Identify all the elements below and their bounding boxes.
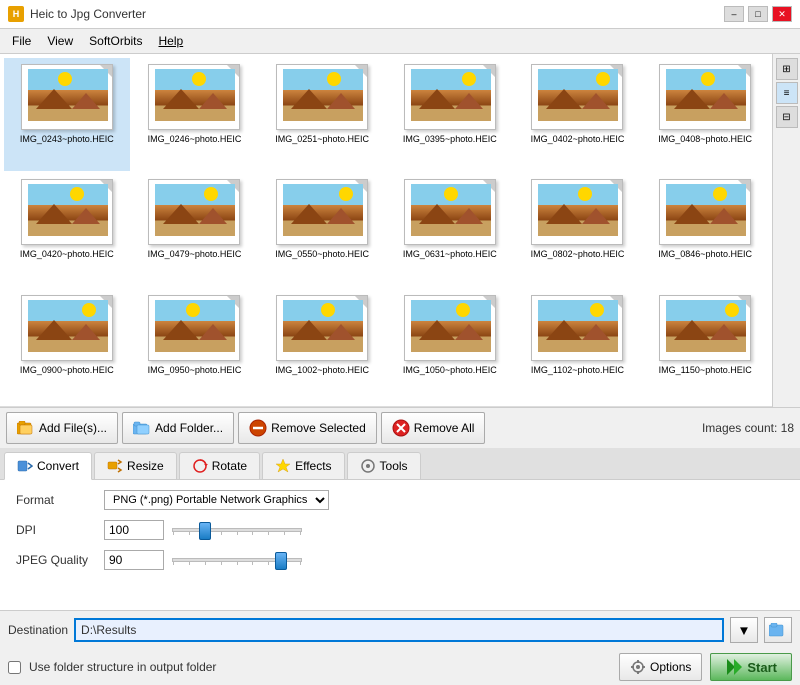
tab-resize-label: Resize [127,459,164,473]
tab-tools[interactable]: Tools [347,452,421,479]
list-item[interactable]: IMG_0402~photo.HEIC [515,58,641,171]
remove-selected-button[interactable]: Remove Selected [238,412,377,444]
rotate-icon [192,458,208,474]
resize-icon [107,458,123,474]
view-sidebar: ⊞ ≡ ⊟ [772,54,800,407]
tools-icon [360,458,376,474]
list-item[interactable]: IMG_0950~photo.HEIC [132,289,258,402]
list-item[interactable]: IMG_0251~photo.HEIC [259,58,385,171]
menu-help[interactable]: Help [151,31,192,51]
dpi-row: DPI [16,520,784,540]
remove-all-icon [392,419,410,437]
add-folder-button[interactable]: Add Folder... [122,412,234,444]
list-item[interactable]: IMG_0802~photo.HEIC [515,173,641,286]
remove-all-button[interactable]: Remove All [381,412,486,444]
remove-selected-icon [249,419,267,437]
folder-structure-checkbox[interactable] [8,661,21,674]
maximize-button[interactable]: □ [748,6,768,22]
tab-resize[interactable]: Resize [94,452,177,479]
titlebar: H Heic to Jpg Converter – □ ✕ [0,0,800,29]
add-files-icon [17,419,35,437]
titlebar-left: H Heic to Jpg Converter [8,6,146,22]
settings-panel: Format PNG (*.png) Portable Network Grap… [0,480,800,610]
list-item[interactable]: IMG_0900~photo.HEIC [4,289,130,402]
remove-all-label: Remove All [414,421,475,435]
tab-effects[interactable]: Effects [262,452,344,479]
list-item[interactable]: IMG_0631~photo.HEIC [387,173,513,286]
jpeg-slider-container [172,550,302,570]
list-item[interactable]: IMG_1150~photo.HEIC [642,289,768,402]
destination-browse-dropdown[interactable]: ▼ [730,617,758,643]
jpeg-slider-thumb[interactable] [275,552,287,570]
start-button[interactable]: Start [710,653,792,681]
dpi-slider-container [172,520,302,540]
tab-convert[interactable]: Convert [4,452,92,480]
format-label: Format [16,493,96,507]
grid-area: IMG_0243~photo.HEIC IMG_0246~photo.HEIC [0,54,800,407]
list-item[interactable]: IMG_0408~photo.HEIC [642,58,768,171]
list-item[interactable]: IMG_0243~photo.HEIC [4,58,130,171]
start-icon [725,659,743,675]
tab-effects-label: Effects [295,459,331,473]
jpeg-slider-track [172,558,302,562]
list-item[interactable]: IMG_1050~photo.HEIC [387,289,513,402]
menu-softorbits[interactable]: SoftOrbits [81,31,150,51]
tab-rotate-label: Rotate [212,459,247,473]
minimize-button[interactable]: – [724,6,744,22]
options-label: Options [650,660,691,674]
images-count: Images count: 18 [702,421,794,435]
menu-file[interactable]: File [4,31,39,51]
destination-label: Destination [8,623,68,637]
start-label: Start [747,660,777,675]
list-item[interactable]: IMG_0246~photo.HEIC [132,58,258,171]
menubar: File View SoftOrbits Help [0,29,800,54]
add-folder-label: Add Folder... [155,421,223,435]
view-details[interactable]: ⊟ [776,106,798,128]
main-content: IMG_0243~photo.HEIC IMG_0246~photo.HEIC [0,54,800,685]
dpi-slider-track [172,528,302,532]
format-select[interactable]: PNG (*.png) Portable Network Graphics [104,490,329,510]
add-files-label: Add File(s)... [39,421,107,435]
app-icon: H [8,6,24,22]
dpi-input[interactable] [104,520,164,540]
list-item[interactable]: IMG_1002~photo.HEIC [259,289,385,402]
titlebar-title: Heic to Jpg Converter [30,7,146,21]
jpeg-quality-input[interactable] [104,550,164,570]
folder-structure-label: Use folder structure in output folder [29,660,216,674]
list-item[interactable]: IMG_0479~photo.HEIC [132,173,258,286]
file-toolbar: Add File(s)... Add Folder... [0,407,800,448]
list-item[interactable]: IMG_0395~photo.HEIC [387,58,513,171]
convert-icon [17,458,33,474]
view-large-icon[interactable]: ⊞ [776,58,798,80]
list-item[interactable]: IMG_0420~photo.HEIC [4,173,130,286]
dpi-label: DPI [16,523,96,537]
close-button[interactable]: ✕ [772,6,792,22]
destination-input[interactable] [74,618,724,642]
format-row: Format PNG (*.png) Portable Network Grap… [16,490,784,510]
destination-browse-button[interactable] [764,617,792,643]
options-gear-icon [630,659,646,675]
menu-view[interactable]: View [39,31,81,51]
tab-rotate[interactable]: Rotate [179,452,260,479]
thumbnail-grid: IMG_0243~photo.HEIC IMG_0246~photo.HEIC [0,54,772,407]
footer-bar: Use folder structure in output folder Op… [0,649,800,685]
add-folder-icon [133,419,151,437]
titlebar-controls: – □ ✕ [724,6,792,22]
tab-convert-label: Convert [37,459,79,473]
effects-icon [275,458,291,474]
tab-bar: Convert Resize [0,448,800,480]
destination-bar: Destination ▼ [0,610,800,649]
options-button[interactable]: Options [619,653,702,681]
list-item[interactable]: IMG_0550~photo.HEIC [259,173,385,286]
main-area: IMG_0243~photo.HEIC IMG_0246~photo.HEIC [0,54,800,685]
add-files-button[interactable]: Add File(s)... [6,412,118,444]
view-list[interactable]: ≡ [776,82,798,104]
list-item[interactable]: IMG_0846~photo.HEIC [642,173,768,286]
remove-selected-label: Remove Selected [271,421,366,435]
jpeg-quality-row: JPEG Quality [16,550,784,570]
jpeg-quality-label: JPEG Quality [16,553,96,567]
tab-tools-label: Tools [380,459,408,473]
list-item[interactable]: IMG_1102~photo.HEIC [515,289,641,402]
dpi-slider-thumb[interactable] [199,522,211,540]
